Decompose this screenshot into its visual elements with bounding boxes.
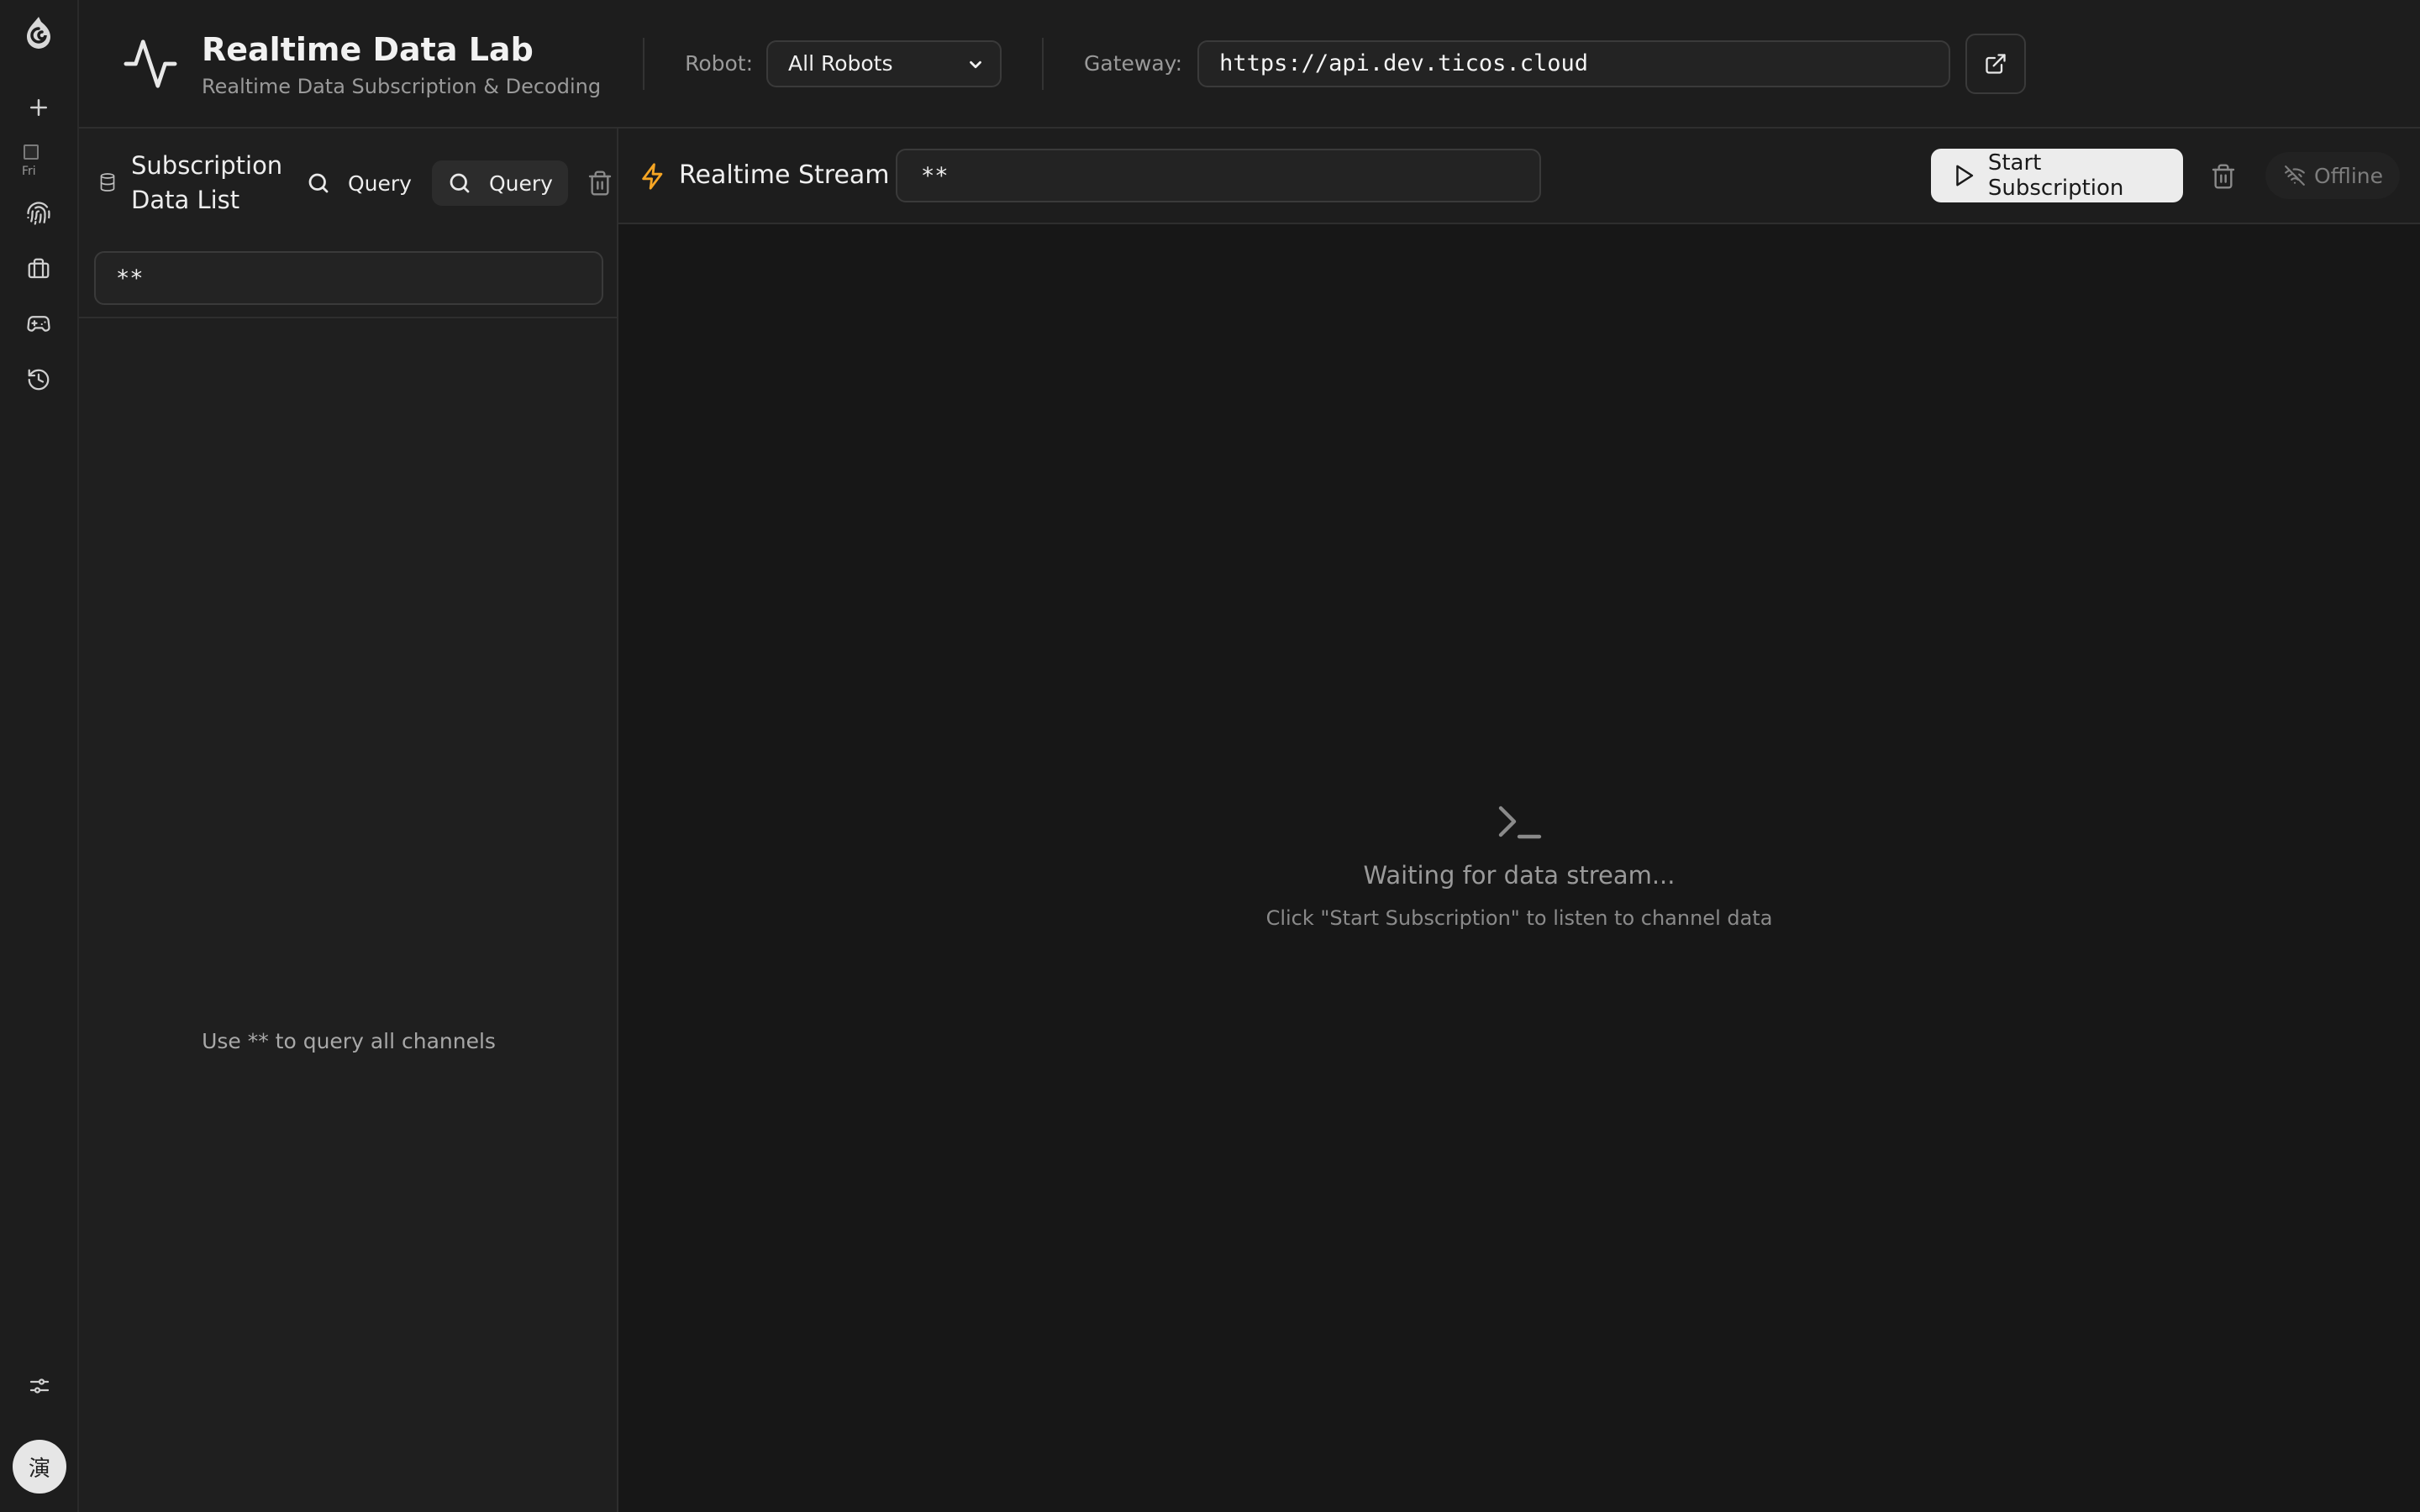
search-icon (308, 173, 329, 193)
icon-sidebar: Fri 演 (0, 0, 79, 1512)
header-divider (1042, 37, 1044, 90)
settings-sliders-icon[interactable] (19, 1366, 60, 1406)
history-icon[interactable] (18, 360, 59, 400)
robot-select[interactable]: All Robots (766, 39, 1002, 87)
robot-label: Robot: (685, 51, 754, 76)
query-active-button[interactable]: Query (432, 160, 568, 206)
stream-filter-input[interactable]: ** (896, 149, 1541, 202)
database-icon (100, 173, 115, 192)
stream-toolbar: Realtime Stream ** Start Subscription Of… (618, 129, 2420, 224)
new-item-plus-icon[interactable] (18, 87, 59, 128)
connection-status-label: Offline (2314, 163, 2384, 188)
subscription-filter-input[interactable]: ** (94, 251, 603, 305)
lightning-bolt-icon (642, 163, 663, 190)
briefcase-icon[interactable] (18, 249, 59, 289)
subscription-panel-title: Subscription Data List (131, 151, 283, 214)
gateway-url-input[interactable]: https://api.dev.ticos.cloud (1197, 39, 1951, 87)
realtime-stream-panel: Realtime Stream ** Start Subscription Of… (618, 129, 2420, 1512)
stream-title: Realtime Stream (679, 160, 890, 190)
connection-status-badge: Offline (2265, 152, 2400, 199)
terminal-icon (1498, 806, 1542, 839)
subscription-panel: Subscription Data List Query Query ** Us… (79, 129, 618, 1512)
subscription-empty-hint: Use ** to query all channels (202, 1029, 496, 1053)
subscription-panel-header: Subscription Data List Query Query ** (79, 129, 617, 318)
header-titles: Realtime Data Lab Realtime Data Subscrip… (202, 29, 601, 98)
chevron-down-icon (970, 60, 981, 68)
header-divider (643, 37, 645, 90)
search-icon (450, 173, 470, 193)
wifi-off-icon (2285, 165, 2305, 186)
play-icon (1956, 165, 1974, 186)
fingerprint-icon[interactable] (18, 193, 59, 234)
page-title: Realtime Data Lab (202, 30, 534, 68)
activity-pulse-icon (121, 34, 180, 93)
app-logo-icon[interactable] (17, 12, 60, 55)
broken-image-alt: Fri (22, 165, 36, 178)
broken-image-icon[interactable]: Fri (20, 141, 57, 178)
trash-icon[interactable] (2210, 162, 2237, 191)
query-button[interactable]: Query (291, 160, 427, 206)
trash-icon[interactable] (587, 169, 613, 197)
app-header: Realtime Data Lab Realtime Data Subscrip… (79, 0, 2420, 129)
user-avatar[interactable]: 演 (13, 1440, 66, 1494)
stream-empty-subtitle: Click "Start Subscription" to listen to … (1265, 906, 1773, 930)
stream-empty-title: Waiting for data stream... (1363, 861, 1676, 890)
query-active-button-label: Query (489, 171, 553, 196)
start-subscription-button[interactable]: Start Subscription (1931, 149, 2183, 202)
robot-select-value: All Robots (788, 51, 893, 76)
gateway-label: Gateway: (1084, 51, 1183, 76)
start-subscription-label: Start Subscription (1987, 150, 2124, 201)
app-root: Fri 演 Realtime Data Lab Realtime Data Su… (0, 0, 2420, 1512)
gamepad-icon[interactable] (18, 304, 59, 344)
query-button-label: Query (348, 171, 412, 196)
stream-empty-state: Waiting for data stream... Click "Start … (618, 801, 2420, 930)
external-link-icon (1986, 53, 2006, 74)
page-subtitle: Realtime Data Subscription & Decoding (202, 74, 602, 98)
open-external-button[interactable] (1965, 33, 2027, 94)
sidebar-bottom: 演 (0, 1366, 79, 1494)
